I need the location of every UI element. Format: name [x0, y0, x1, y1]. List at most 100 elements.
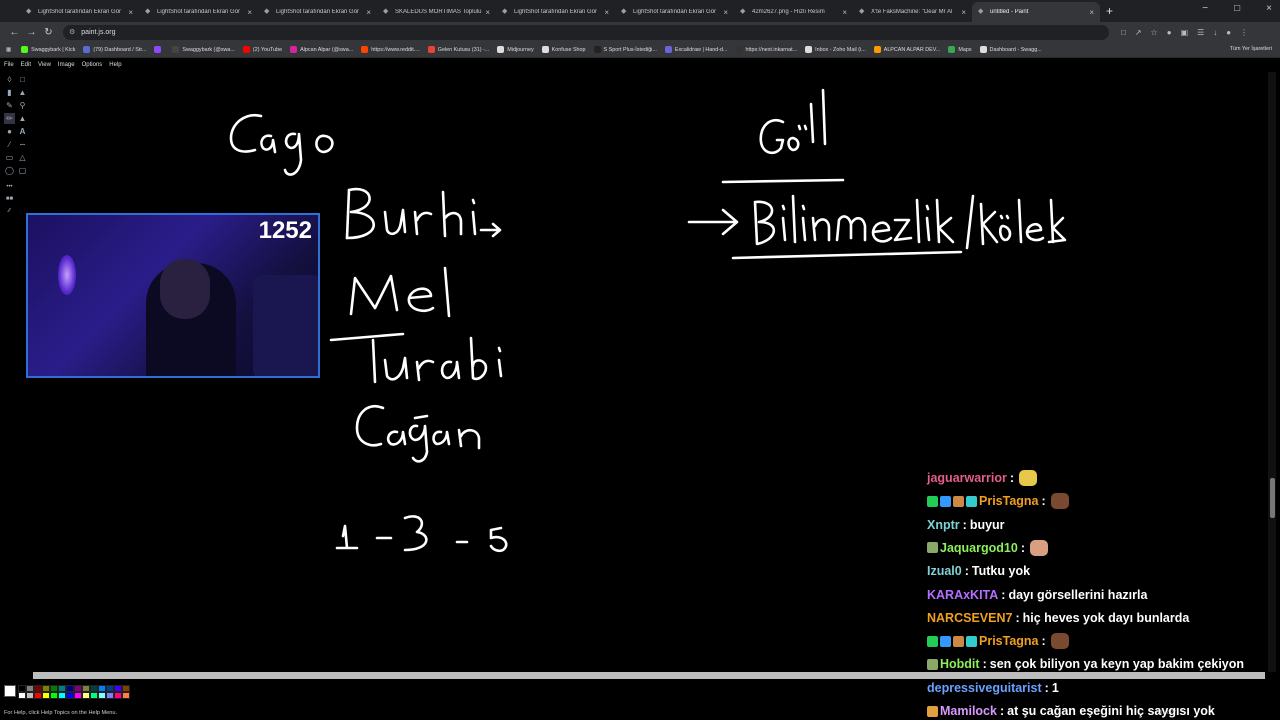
palette-swatch[interactable]: [74, 692, 82, 699]
menu-file[interactable]: File: [4, 62, 14, 72]
brush-shape-option-icon[interactable]: ■■: [4, 194, 15, 205]
site-info-icon[interactable]: ⚙: [69, 28, 75, 36]
palette-swatch[interactable]: [114, 685, 122, 692]
bookmark-item[interactable]: [154, 46, 164, 53]
back-icon[interactable]: ←: [6, 27, 23, 38]
all-bookmarks-folder[interactable]: Tüm Yer İşaretleri: [1230, 46, 1272, 52]
new-tab-button[interactable]: +: [1106, 4, 1113, 18]
palette-swatch[interactable]: [34, 692, 42, 699]
line-icon[interactable]: ∕: [4, 139, 15, 150]
palette-swatch[interactable]: [122, 692, 130, 699]
palette-swatch[interactable]: [34, 685, 42, 692]
tab-close-icon[interactable]: ×: [247, 8, 252, 17]
bookmark-item[interactable]: Inbox - Zoho Mail (i...: [805, 46, 866, 53]
curve-icon[interactable]: ∽: [17, 139, 28, 150]
download-icon[interactable]: ↓: [1213, 28, 1217, 37]
palette-swatch[interactable]: [26, 685, 34, 692]
polygon-icon[interactable]: △: [17, 152, 28, 163]
bookmark-star-icon[interactable]: ☆: [1151, 28, 1158, 37]
tab-close-icon[interactable]: ×: [366, 8, 371, 17]
vertical-scroll-thumb[interactable]: [1270, 478, 1275, 518]
magnifier-icon[interactable]: ⚲: [17, 100, 28, 111]
free-select-icon[interactable]: ◊: [4, 74, 15, 85]
tab-close-icon[interactable]: ×: [723, 8, 728, 17]
palette-swatch[interactable]: [82, 692, 90, 699]
close-window-button[interactable]: ×: [1266, 3, 1272, 14]
palette-swatch[interactable]: [106, 692, 114, 699]
bookmark-item[interactable]: https://next.inkarnat...: [735, 46, 797, 53]
palette-swatch[interactable]: [66, 692, 74, 699]
browser-tab[interactable]: ◆ LightShot tarafından Ekran Gör ×: [139, 2, 258, 22]
browser-tab[interactable]: ◆ LightShot tarafından Ekran Gör ×: [615, 2, 734, 22]
tab-close-icon[interactable]: ×: [961, 8, 966, 17]
bookmark-item[interactable]: Excalidraw | Hand-d...: [664, 46, 728, 53]
bookmark-item[interactable]: ALPCAN ALPAR DEV...: [873, 46, 940, 53]
palette-swatch[interactable]: [90, 685, 98, 692]
palette-swatch[interactable]: [50, 685, 58, 692]
palette-swatch[interactable]: [66, 685, 74, 692]
bookmark-item[interactable]: Alpcan Alpar (@swa...: [290, 46, 353, 53]
bookmark-item[interactable]: Maps: [948, 46, 972, 53]
bookmark-item[interactable]: Dashboard - Swagg...: [979, 46, 1042, 53]
bookmark-item[interactable]: Konfuse Shop: [541, 46, 586, 53]
reload-icon[interactable]: ↻: [40, 27, 57, 38]
bookmark-item[interactable]: S Sport Plus-İstediği...: [593, 46, 657, 53]
browser-tab[interactable]: ◆ LightShot tarafından Ekran Gör ×: [20, 2, 139, 22]
color-picker-icon[interactable]: ✎: [4, 100, 15, 111]
tab-close-icon[interactable]: ×: [842, 8, 847, 17]
current-color-swatch[interactable]: [4, 685, 16, 697]
browser-tab[interactable]: ◆ LightShot tarafından Ekran Gör ×: [258, 2, 377, 22]
forward-icon[interactable]: →: [23, 27, 40, 38]
brush-size-option-icon[interactable]: •••: [4, 182, 15, 193]
browser-tab[interactable]: ◆ SKALEDUS MORTIMAS Toplulu ×: [377, 2, 496, 22]
menu-icon[interactable]: ⋮: [1240, 28, 1248, 37]
menu-options[interactable]: Options: [82, 62, 103, 72]
maximize-button[interactable]: □: [1234, 3, 1240, 14]
palette-swatch[interactable]: [42, 685, 50, 692]
minimize-button[interactable]: −: [1202, 3, 1208, 14]
brush-angle-option-icon[interactable]: ∕∕: [4, 206, 15, 217]
palette-swatch[interactable]: [42, 692, 50, 699]
palette-swatch[interactable]: [18, 685, 26, 692]
palette-swatch[interactable]: [50, 692, 58, 699]
palette-swatch[interactable]: [122, 685, 130, 692]
url-input[interactable]: ⚙ paint.js.org: [63, 24, 1109, 40]
menu-help[interactable]: Help: [109, 62, 121, 72]
bookmark-item[interactable]: (2) YouTube: [242, 46, 282, 53]
menu-view[interactable]: View: [38, 62, 51, 72]
palette-swatch[interactable]: [90, 692, 98, 699]
install-icon[interactable]: □: [1121, 28, 1126, 37]
browser-tab[interactable]: ◆ LightShot tarafından Ekran Gör ×: [496, 2, 615, 22]
palette-swatch[interactable]: [58, 685, 66, 692]
rect-select-icon[interactable]: □: [17, 74, 28, 85]
eraser-icon[interactable]: ▮: [4, 87, 15, 98]
puzzle-icon[interactable]: ▣: [1181, 28, 1189, 37]
tab-close-icon[interactable]: ×: [1089, 8, 1094, 17]
bookmark-item[interactable]: Midjourney: [497, 46, 534, 53]
profile-icon[interactable]: ●: [1226, 28, 1231, 37]
palette-swatch[interactable]: [74, 685, 82, 692]
fill-icon[interactable]: ▲: [17, 87, 28, 98]
extension-icon[interactable]: ●: [1167, 28, 1172, 37]
rounded-rect-icon[interactable]: ▢: [17, 165, 28, 176]
palette-swatch[interactable]: [114, 692, 122, 699]
apps-icon[interactable]: ▦: [6, 47, 11, 53]
tab-close-icon[interactable]: ×: [604, 8, 609, 17]
palette-swatch[interactable]: [106, 685, 114, 692]
airbrush-icon[interactable]: ●: [4, 126, 15, 137]
share-icon[interactable]: ↗: [1135, 28, 1142, 37]
menu-edit[interactable]: Edit: [21, 62, 31, 72]
palette-swatch[interactable]: [82, 685, 90, 692]
palette-swatch[interactable]: [18, 692, 26, 699]
ellipse-icon[interactable]: ◯: [4, 165, 15, 176]
bookmark-item[interactable]: Swaggybark (@swa...: [172, 46, 235, 53]
pencil-icon[interactable]: ✏: [4, 113, 15, 124]
tab-close-icon[interactable]: ×: [485, 8, 490, 17]
palette-swatch[interactable]: [98, 692, 106, 699]
vertical-scrollbar[interactable]: [1268, 72, 1276, 672]
palette-swatch[interactable]: [26, 692, 34, 699]
bookmark-item[interactable]: Swaggybark | Kick: [21, 46, 75, 53]
brush-icon[interactable]: ▲: [17, 113, 28, 124]
media-icon[interactable]: ☰: [1197, 28, 1204, 37]
menu-image[interactable]: Image: [58, 62, 75, 72]
